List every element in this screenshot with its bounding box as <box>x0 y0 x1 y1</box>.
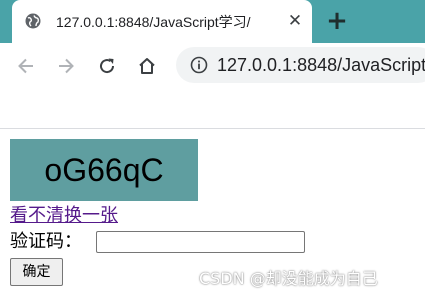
browser-toolbar: 127.0.0.1:8848/JavaScript <box>0 43 425 88</box>
reload-icon[interactable] <box>97 56 117 76</box>
browser-tab[interactable]: 127.0.0.1:8848/JavaScript学习/ ✕ <box>12 0 312 43</box>
verification-code-label: 验证码： <box>10 231 82 252</box>
refresh-captcha-link[interactable]: 看不清换一张 <box>10 205 118 227</box>
toolbar-divider <box>0 128 425 129</box>
captcha-image: oG66qC <box>10 139 198 201</box>
csdn-watermark: CSDN @却没能成为自己 <box>199 269 378 288</box>
tab-strip: 127.0.0.1:8848/JavaScript学习/ ✕ + <box>0 0 425 43</box>
tab-title: 127.0.0.1:8848/JavaScript学习/ <box>56 14 251 30</box>
close-tab-icon[interactable]: ✕ <box>286 12 304 30</box>
new-tab-button[interactable]: + <box>326 8 348 34</box>
address-url[interactable]: 127.0.0.1:8848/JavaScript <box>217 53 425 77</box>
confirm-button[interactable]: 确定 <box>10 258 63 286</box>
home-icon[interactable] <box>137 56 157 76</box>
info-icon[interactable] <box>190 56 208 74</box>
globe-icon <box>25 13 41 29</box>
back-arrow-icon[interactable] <box>16 56 36 76</box>
address-bar[interactable]: 127.0.0.1:8848/JavaScript <box>176 47 425 83</box>
forward-arrow-icon[interactable] <box>56 56 76 76</box>
verification-code-input[interactable] <box>96 231 305 253</box>
tab-title-fade <box>260 10 282 34</box>
